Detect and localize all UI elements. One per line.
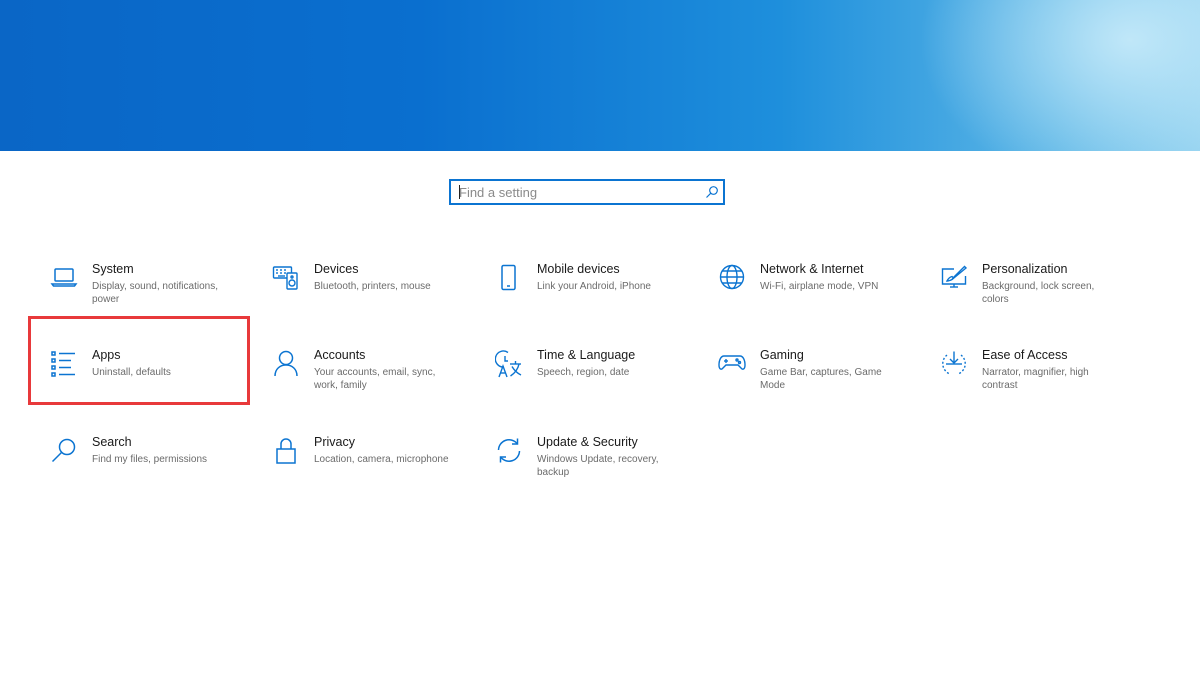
keyboard-speaker-icon <box>272 264 300 292</box>
search-box[interactable] <box>449 179 725 205</box>
tile-title: Ease of Access <box>982 348 1068 362</box>
tile-title: Search <box>92 435 132 449</box>
tile-description: Narrator, magnifier, high contrast <box>982 367 1089 391</box>
tile-title: Accounts <box>314 348 366 362</box>
sync-arrows-icon <box>495 437 523 465</box>
tile-search[interactable]: Search Find my files, permissions <box>28 435 238 505</box>
tile-title: Mobile devices <box>537 262 620 276</box>
tile-accounts[interactable]: Accounts Your accounts, email, sync, wor… <box>250 348 460 418</box>
tile-description: Find my files, permissions <box>92 454 208 465</box>
tile-description: Background, lock screen, colors <box>982 281 1095 305</box>
ease-of-access-icon <box>940 350 968 378</box>
tile-title: Personalization <box>982 262 1068 276</box>
tile-system[interactable]: System Display, sound, notifications, po… <box>28 262 238 332</box>
tile-description: Display, sound, notifications, power <box>92 281 218 305</box>
search-input[interactable] <box>459 181 699 203</box>
person-icon <box>272 350 300 378</box>
tile-ease-of-access[interactable]: Ease of Access Narrator, magnifier, high… <box>918 348 1128 418</box>
tile-title: Devices <box>314 262 359 276</box>
search-icon[interactable] <box>705 185 719 199</box>
tile-description: Location, camera, microphone <box>314 454 449 465</box>
lock-icon <box>272 437 300 465</box>
tile-personalization[interactable]: Personalization Background, lock screen,… <box>918 262 1128 332</box>
tile-title: Apps <box>92 348 121 362</box>
paint-monitor-icon <box>940 264 968 292</box>
tile-time-language[interactable]: Time & Language Speech, region, date <box>473 348 683 418</box>
tile-apps[interactable]: Apps Uninstall, defaults <box>28 348 238 418</box>
tile-description: Windows Update, recovery, backup <box>537 454 659 478</box>
apps-list-icon <box>50 350 78 378</box>
tile-description: Uninstall, defaults <box>92 367 171 378</box>
phone-icon <box>495 264 523 292</box>
tile-description: Game Bar, captures, Game Mode <box>760 367 882 391</box>
gamepad-icon <box>718 350 746 378</box>
tile-description: Speech, region, date <box>537 367 630 378</box>
search-icon <box>50 437 78 465</box>
tile-title: Time & Language <box>537 348 636 362</box>
tile-description: Link your Android, iPhone <box>537 281 651 292</box>
time-language-icon <box>495 350 523 378</box>
tile-title: Network & Internet <box>760 262 864 276</box>
tile-title: Gaming <box>760 348 804 362</box>
laptop-icon <box>50 264 78 292</box>
header-banner <box>0 0 1200 151</box>
tile-network-internet[interactable]: Network & Internet Wi-Fi, airplane mode,… <box>696 262 906 332</box>
tile-description: Bluetooth, printers, mouse <box>314 281 431 292</box>
globe-icon <box>718 264 746 292</box>
tile-update-security[interactable]: Update & Security Windows Update, recove… <box>473 435 683 505</box>
tile-title: Privacy <box>314 435 355 449</box>
text-caret <box>459 185 460 199</box>
tile-privacy[interactable]: Privacy Location, camera, microphone <box>250 435 460 505</box>
tile-description: Wi-Fi, airplane mode, VPN <box>760 281 879 292</box>
tile-gaming[interactable]: Gaming Game Bar, captures, Game Mode <box>696 348 906 418</box>
tile-devices[interactable]: Devices Bluetooth, printers, mouse <box>250 262 460 332</box>
tile-description: Your accounts, email, sync, work, family <box>314 367 436 391</box>
tile-title: Update & Security <box>537 435 638 449</box>
tile-mobile-devices[interactable]: Mobile devices Link your Android, iPhone <box>473 262 683 332</box>
tile-title: System <box>92 262 134 276</box>
